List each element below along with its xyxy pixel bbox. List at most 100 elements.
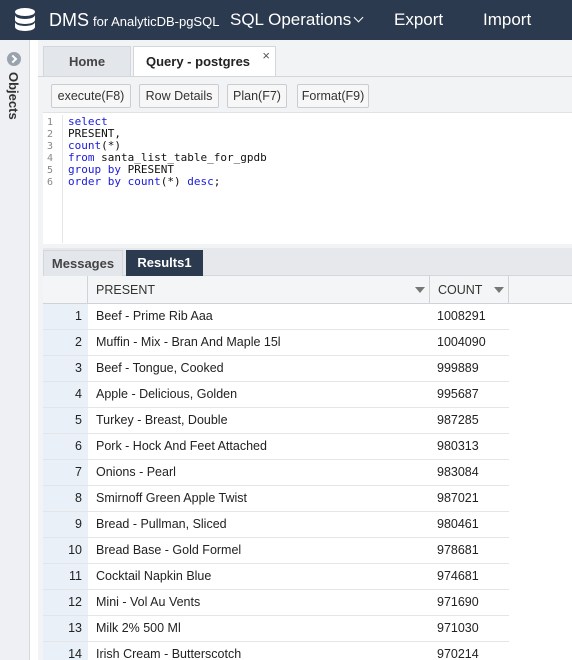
- plan-button[interactable]: Plan(F7): [227, 84, 287, 108]
- row-index: 11: [43, 564, 88, 589]
- row-index: 2: [43, 330, 88, 355]
- present-cell[interactable]: Pork - Hock And Feet Attached: [96, 434, 267, 459]
- line-number: 1: [47, 117, 54, 128]
- table-row[interactable]: 13 Milk 2% 500 Ml 971030: [43, 616, 509, 642]
- line-number: 3: [47, 141, 54, 152]
- present-cell[interactable]: Beef - Prime Rib Aaa: [96, 304, 213, 329]
- count-cell[interactable]: 987285: [437, 408, 479, 433]
- sql-editor[interactable]: 1 2 3 4 5 6 select PRESENT, count(*) fro…: [43, 112, 572, 244]
- tab-messages[interactable]: Messages: [43, 250, 123, 276]
- app-name: DMS: [49, 10, 89, 30]
- table-row[interactable]: 5 Turkey - Breast, Double 987285: [43, 408, 509, 434]
- results-grid: PRESENT COUNT 1 Beef - Prime Rib Aaa 10082…: [43, 276, 572, 660]
- present-cell[interactable]: Irish Cream - Butterscotch: [96, 642, 241, 660]
- count-cell[interactable]: 974681: [437, 564, 479, 589]
- top-bar: DMS for AnalyticDB-pgSQL SQL Operations E…: [0, 0, 572, 40]
- table-row[interactable]: 10 Bread Base - Gold Formel 978681: [43, 538, 509, 564]
- count-cell[interactable]: 987021: [437, 486, 479, 511]
- row-index: 10: [43, 538, 88, 563]
- present-cell[interactable]: Bread Base - Gold Formel: [96, 538, 241, 563]
- line-number: 5: [47, 165, 54, 176]
- table-row[interactable]: 1 Beef - Prime Rib Aaa 1008291: [43, 304, 509, 330]
- present-cell[interactable]: Cocktail Napkin Blue: [96, 564, 211, 589]
- count-cell[interactable]: 995687: [437, 382, 479, 407]
- app-brand[interactable]: DMS for AnalyticDB-pgSQL: [49, 10, 219, 31]
- nav-sql-operations[interactable]: SQL Operations: [230, 10, 364, 30]
- line-number: 2: [47, 129, 54, 140]
- editor-toolbar: execute(F8) Row Details Plan(F7) Format(…: [38, 76, 572, 112]
- objects-sidebar: Objects: [0, 40, 30, 660]
- sql-keyword: order by count: [68, 175, 161, 188]
- table-row[interactable]: 9 Bread - Pullman, Sliced 980461: [43, 512, 509, 538]
- row-index: 1: [43, 304, 88, 329]
- row-index: 7: [43, 460, 88, 485]
- present-cell[interactable]: Smirnoff Green Apple Twist: [96, 486, 247, 511]
- line-number: 6: [47, 177, 54, 188]
- present-cell[interactable]: Muffin - Mix - Bran And Maple 15l: [96, 330, 281, 355]
- sql-text: ;: [213, 175, 221, 188]
- nav-sql-operations-label: SQL Operations: [230, 10, 352, 29]
- nav-export[interactable]: Export: [394, 10, 443, 30]
- format-button[interactable]: Format(F9): [297, 84, 369, 108]
- row-index: 12: [43, 590, 88, 615]
- row-index: 3: [43, 356, 88, 381]
- grid-header: PRESENT COUNT: [43, 276, 572, 304]
- count-cell[interactable]: 971690: [437, 590, 479, 615]
- row-details-button[interactable]: Row Details: [139, 84, 219, 108]
- count-cell[interactable]: 980461: [437, 512, 479, 537]
- tab-query-label: Query - postgres: [146, 54, 251, 69]
- line-number: 4: [47, 153, 54, 164]
- present-cell[interactable]: Mini - Vol Au Vents: [96, 590, 200, 615]
- row-index: 8: [43, 486, 88, 511]
- row-index: 14: [43, 642, 88, 660]
- sql-keyword: desc: [187, 175, 214, 188]
- count-cell[interactable]: 999889: [437, 356, 479, 381]
- table-row[interactable]: 2 Muffin - Mix - Bran And Maple 15l 100409…: [43, 330, 509, 356]
- code-line: order by count(*) desc;: [68, 175, 220, 188]
- close-icon[interactable]: ×: [262, 41, 270, 71]
- nav-import[interactable]: Import: [483, 10, 531, 30]
- row-index: 4: [43, 382, 88, 407]
- tab-home[interactable]: Home: [43, 46, 131, 76]
- column-header-present[interactable]: PRESENT: [88, 276, 430, 304]
- count-cell[interactable]: 1004090: [437, 330, 486, 355]
- tab-results1[interactable]: Results1: [126, 250, 203, 276]
- objects-label[interactable]: Objects: [6, 72, 21, 120]
- table-row[interactable]: 4 Apple - Delicious, Golden 995687: [43, 382, 509, 408]
- table-row[interactable]: 8 Smirnoff Green Apple Twist 987021: [43, 486, 509, 512]
- count-cell[interactable]: 970214: [437, 642, 479, 660]
- row-index: 9: [43, 512, 88, 537]
- present-cell[interactable]: Turkey - Breast, Double: [96, 408, 228, 433]
- table-row[interactable]: 11 Cocktail Napkin Blue 974681: [43, 564, 509, 590]
- tab-query-postgres[interactable]: Query - postgres ×: [133, 46, 276, 76]
- expand-objects-icon[interactable]: [7, 52, 21, 66]
- app-subtitle: for AnalyticDB-pgSQL: [93, 14, 220, 29]
- column-filter-icon[interactable]: [494, 287, 504, 293]
- execute-button[interactable]: execute(F8): [51, 84, 131, 108]
- table-row[interactable]: 7 Onions - Pearl 983084: [43, 460, 509, 486]
- chevron-down-icon: [353, 12, 364, 23]
- count-cell[interactable]: 971030: [437, 616, 479, 641]
- database-icon: [15, 8, 35, 31]
- present-cell[interactable]: Beef - Tongue, Cooked: [96, 356, 224, 381]
- count-cell[interactable]: 983084: [437, 460, 479, 485]
- row-index-header: [43, 276, 88, 304]
- present-cell[interactable]: Onions - Pearl: [96, 460, 176, 485]
- result-tabs: Messages Results1: [43, 248, 572, 276]
- line-number-gutter: 1 2 3 4 5 6: [43, 115, 63, 243]
- row-index: 6: [43, 434, 88, 459]
- row-index: 5: [43, 408, 88, 433]
- present-cell[interactable]: Apple - Delicious, Golden: [96, 382, 237, 407]
- table-row[interactable]: 12 Mini - Vol Au Vents 971690: [43, 590, 509, 616]
- present-cell[interactable]: Bread - Pullman, Sliced: [96, 512, 227, 537]
- column-filter-icon[interactable]: [415, 287, 425, 293]
- table-row[interactable]: 14 Irish Cream - Butterscotch 970214: [43, 642, 509, 660]
- present-cell[interactable]: Milk 2% 500 Ml: [96, 616, 181, 641]
- count-cell[interactable]: 1008291: [437, 304, 486, 329]
- main-content: Home Query - postgres × execute(F8) Row …: [38, 40, 572, 660]
- row-index: 13: [43, 616, 88, 641]
- count-cell[interactable]: 978681: [437, 538, 479, 563]
- table-row[interactable]: 6 Pork - Hock And Feet Attached 980313: [43, 434, 509, 460]
- count-cell[interactable]: 980313: [437, 434, 479, 459]
- table-row[interactable]: 3 Beef - Tongue, Cooked 999889: [43, 356, 509, 382]
